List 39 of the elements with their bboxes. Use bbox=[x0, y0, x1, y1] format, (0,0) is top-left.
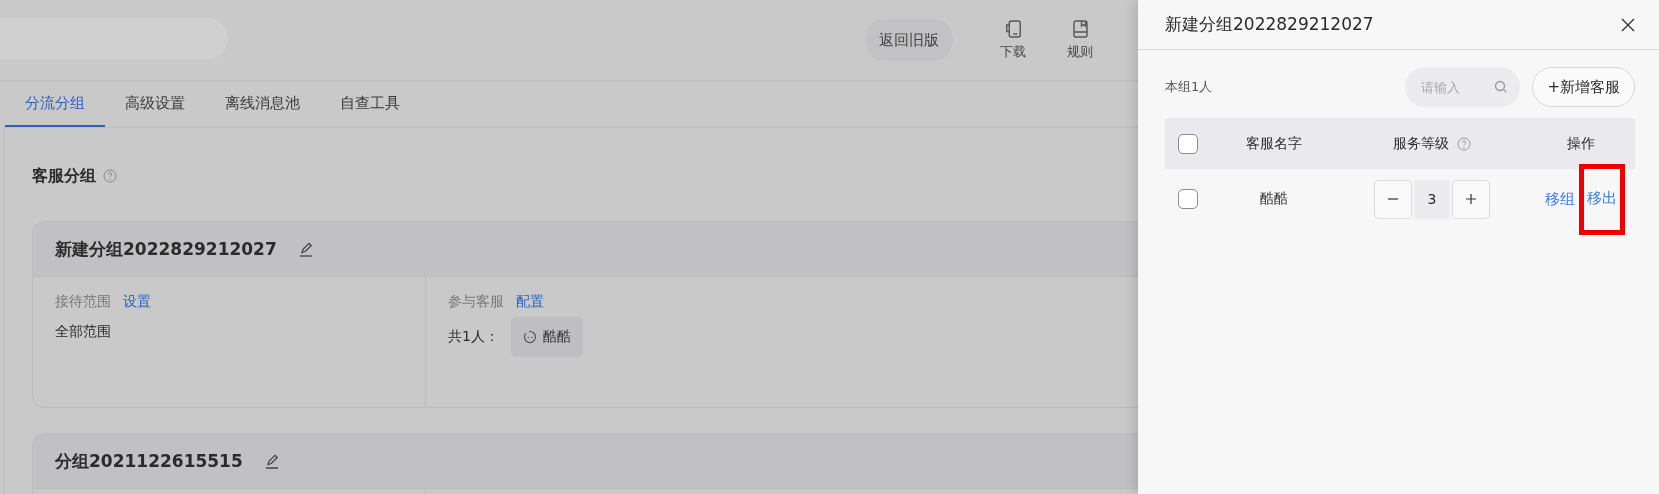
field-value: 全部范围 bbox=[55, 323, 111, 341]
toolbar-button[interactable]: 规则 bbox=[1058, 19, 1102, 61]
checkbox[interactable] bbox=[1178, 133, 1198, 154]
agent-name: 酷酷 bbox=[542, 328, 571, 346]
group-name: 分组2021122615515 bbox=[55, 449, 243, 473]
field-label: 参与客服 bbox=[448, 293, 504, 311]
column-header: 客服名字 bbox=[1246, 134, 1302, 151]
tab[interactable]: 自查工具 bbox=[320, 81, 420, 127]
tab[interactable]: 分流分组 bbox=[5, 81, 105, 127]
search-icon[interactable] bbox=[1494, 80, 1509, 94]
column-header: 操作 bbox=[1567, 134, 1595, 153]
table-cell: 酷酷 bbox=[1260, 190, 1288, 206]
help-icon[interactable] bbox=[1457, 136, 1471, 151]
search-field[interactable]: 请输入 bbox=[1405, 67, 1521, 107]
tab[interactable]: 离线消息池 bbox=[205, 81, 320, 127]
increment-button[interactable] bbox=[1452, 179, 1490, 219]
help-icon[interactable] bbox=[103, 169, 117, 183]
drawer-title: 新建分组2022829212027 bbox=[1165, 13, 1374, 36]
action-link[interactable]: 移组 bbox=[1545, 189, 1575, 209]
column-header: 服务等级 bbox=[1393, 134, 1449, 153]
book-icon bbox=[1072, 19, 1088, 38]
section-title: 客服分组 bbox=[32, 165, 96, 187]
action-link[interactable]: 移出 bbox=[1579, 163, 1625, 235]
face-icon bbox=[522, 330, 537, 344]
agent-count: 共1人： bbox=[448, 328, 499, 346]
old-version-button[interactable]: 返回旧版 bbox=[865, 19, 953, 61]
close-icon[interactable] bbox=[1620, 16, 1636, 33]
tab[interactable]: 高级设置 bbox=[105, 81, 205, 127]
add-agent-button[interactable]: +新增客服 bbox=[1532, 67, 1635, 107]
field-label: 接待范围 bbox=[55, 293, 111, 311]
level-field[interactable]: 3 bbox=[1414, 179, 1450, 219]
checkbox[interactable] bbox=[1178, 189, 1198, 209]
settings-link[interactable]: 设置 bbox=[123, 293, 151, 311]
group-name: 新建分组2022829212027 bbox=[55, 237, 277, 261]
member-count: 本组1人 bbox=[1165, 78, 1213, 96]
configure-link[interactable]: 配置 bbox=[516, 293, 544, 311]
device-icon bbox=[1004, 19, 1022, 38]
plus-icon bbox=[1465, 193, 1477, 205]
toolbar-button[interactable]: 下载 bbox=[991, 19, 1035, 61]
